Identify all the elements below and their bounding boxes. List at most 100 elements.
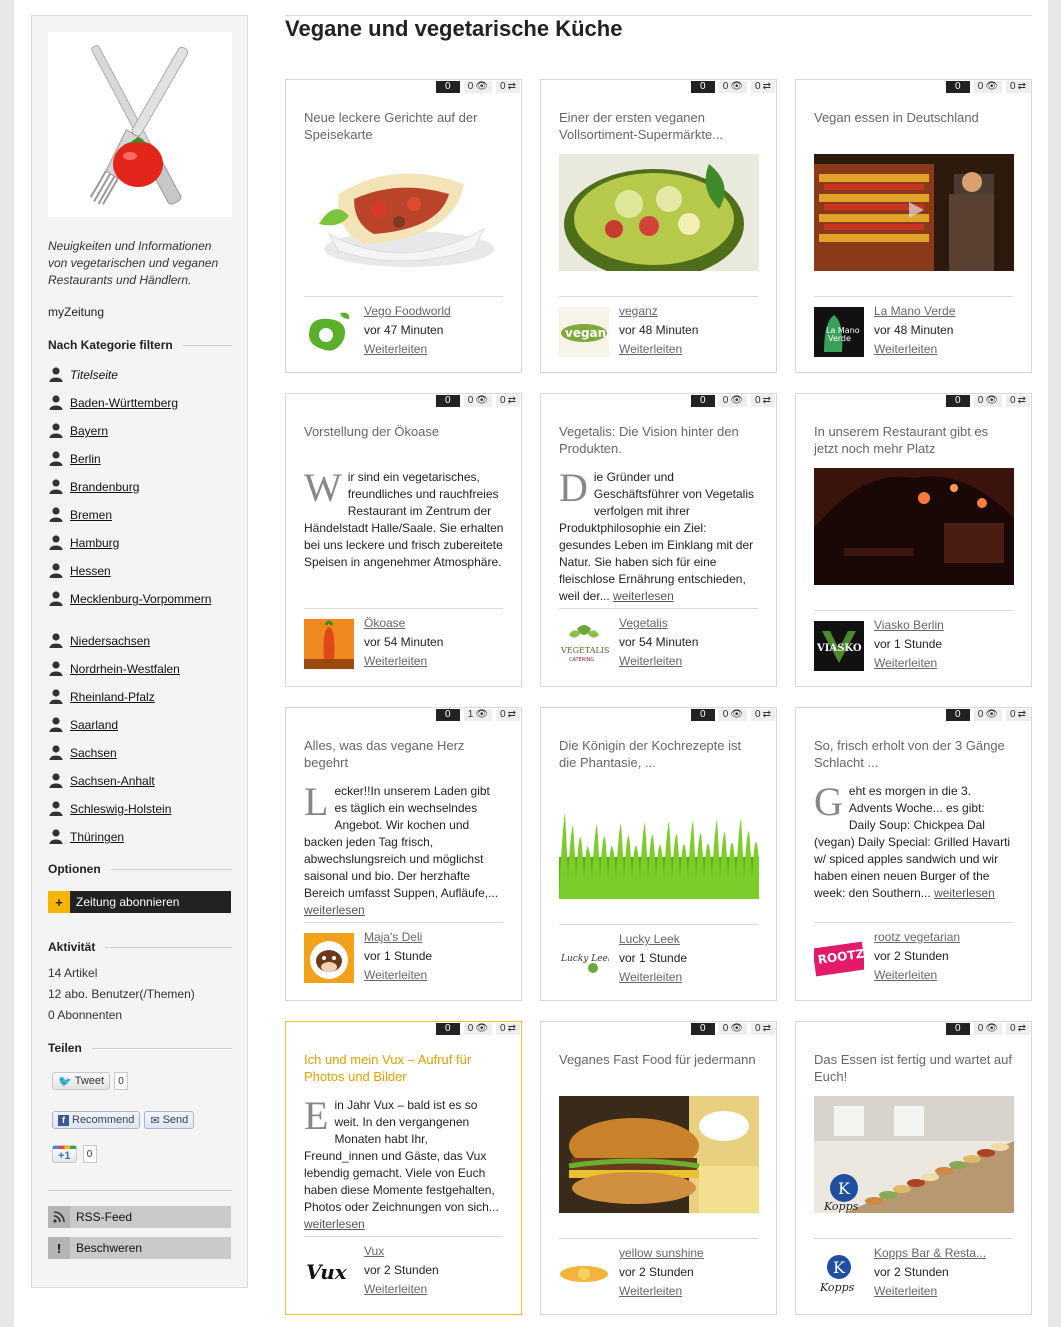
article-image[interactable] xyxy=(814,154,1014,271)
forward-link[interactable]: Weiterleiten xyxy=(874,654,944,673)
category-item[interactable]: Brandenburg xyxy=(48,479,232,507)
forward-link[interactable]: Weiterleiten xyxy=(364,966,432,985)
article-image[interactable] xyxy=(559,782,759,899)
article-title[interactable]: Ich und mein Vux – Aufruf für Photos und… xyxy=(304,1051,504,1085)
svg-text:VIASKO: VIASKO xyxy=(816,643,862,654)
read-more-link[interactable]: weiterlesen xyxy=(613,589,674,603)
article-card[interactable]: 0 0 👁 0 ⇄ Die Königin der Kochrezepte ist die… xyxy=(540,707,777,1001)
article-card[interactable]: 0 0 👁 0 ⇄ Das Essen ist fertig und wartet auf… xyxy=(795,1021,1032,1315)
article-image[interactable] xyxy=(304,154,504,271)
source-name-link[interactable]: veganz xyxy=(619,302,698,321)
category-item[interactable]: Schleswig-Holstein xyxy=(48,801,232,829)
complain-button[interactable]: ! Beschweren xyxy=(48,1237,231,1259)
article-card[interactable]: 0 0 👁 0 ⇄ Ich und mein Vux – Aufruf für Photo… xyxy=(285,1021,522,1315)
article-title[interactable]: Veganes Fast Food für jedermann xyxy=(559,1051,759,1068)
forward-link[interactable]: Weiterleiten xyxy=(874,340,955,359)
article-image[interactable] xyxy=(559,154,759,271)
article-card[interactable]: 0 1 👁 0 ⇄ Alles, was das vegane Herz begehrt L… xyxy=(285,707,522,1001)
article-card[interactable]: 0 0 👁 0 ⇄ Veganes Fast Food für jedermann yell… xyxy=(540,1021,777,1315)
subscribe-button[interactable]: + Zeitung abonnieren xyxy=(48,891,231,913)
forward-link[interactable]: Weiterleiten xyxy=(874,966,960,985)
category-item[interactable]: Sachsen-Anhalt xyxy=(48,773,232,801)
source-logo[interactable]: La Mano Verde xyxy=(814,307,864,357)
article-title[interactable]: Alles, was das vegane Herz begehrt xyxy=(304,737,504,771)
article-title[interactable]: Das Essen ist fertig und wartet auf Euch… xyxy=(814,1051,1014,1085)
source-logo[interactable] xyxy=(559,1249,609,1299)
category-item[interactable]: Niedersachsen xyxy=(48,633,232,661)
read-more-link[interactable]: weiterlesen xyxy=(304,903,365,917)
article-title[interactable]: In unserem Restaurant gibt es jetzt noch… xyxy=(814,423,1014,457)
source-logo[interactable]: K Kopps xyxy=(814,1249,864,1299)
source-name-link[interactable]: yellow sunshine xyxy=(619,1244,704,1263)
article-card[interactable]: 0 0 👁 0 ⇄ Vegetalis: Die Vision hinter den Pr… xyxy=(540,393,777,687)
category-item[interactable]: Sachsen xyxy=(48,745,232,773)
source-logo[interactable]: VEGETALIS CATERING xyxy=(559,619,609,669)
source-name-link[interactable]: Ökoase xyxy=(364,614,443,633)
forward-link[interactable]: Weiterleiten xyxy=(364,1280,439,1299)
article-title[interactable]: Vorstellung der Ökoase xyxy=(304,423,504,440)
article-card[interactable]: 0 0 👁 0 ⇄ Vegan essen in Deutschland La Mano Ve… xyxy=(795,79,1032,373)
source-logo[interactable]: Vux xyxy=(304,1247,354,1297)
category-item[interactable]: Hessen xyxy=(48,563,232,591)
source-name-link[interactable]: Lucky Leek xyxy=(619,930,687,949)
my-newspaper-link[interactable]: myZeitung xyxy=(48,305,104,319)
send-button[interactable]: ✉ Send xyxy=(144,1111,195,1129)
category-item[interactable]: Berlin xyxy=(48,451,232,479)
source-name-link[interactable]: Vego Foodworld xyxy=(364,302,451,321)
category-item[interactable]: Nordrhein-Westfalen xyxy=(48,661,232,689)
article-card[interactable]: 0 0 👁 0 ⇄ So, frisch erholt von der 3 Gänge S… xyxy=(795,707,1032,1001)
category-item[interactable]: Hamburg xyxy=(48,535,232,563)
source-logo[interactable]: veganz xyxy=(559,307,609,357)
forward-link[interactable]: Weiterleiten xyxy=(364,652,443,671)
svg-text:Vux: Vux xyxy=(306,1260,348,1284)
read-more-link[interactable]: weiterlesen xyxy=(934,886,995,900)
source-logo[interactable]: ROOTZ xyxy=(814,933,864,983)
source-logo[interactable] xyxy=(304,619,354,669)
forward-link[interactable]: Weiterleiten xyxy=(874,1282,986,1301)
source-logo[interactable] xyxy=(304,307,354,357)
category-item[interactable]: Thüringen xyxy=(48,829,232,857)
read-more-link[interactable]: weiterlesen xyxy=(304,1217,365,1231)
source-name-link[interactable]: Vegetalis xyxy=(619,614,698,633)
forward-link[interactable]: Weiterleiten xyxy=(619,340,698,359)
article-title[interactable]: Neue leckere Gerichte auf der Speisekart… xyxy=(304,109,504,143)
forward-link[interactable]: Weiterleiten xyxy=(619,1282,704,1301)
article-card[interactable]: 0 0 👁 0 ⇄ Vorstellung der Ökoase Wir sind ein … xyxy=(285,393,522,687)
category-item[interactable]: Bayern xyxy=(48,423,232,451)
source-name-link[interactable]: Viasko Berlin xyxy=(874,616,944,635)
article-card[interactable]: 0 0 👁 0 ⇄ Neue leckere Gerichte auf der Speis… xyxy=(285,79,522,373)
source-logo[interactable] xyxy=(304,933,354,983)
person-icon xyxy=(49,661,63,676)
article-title[interactable]: Vegetalis: Die Vision hinter den Produkt… xyxy=(559,423,759,457)
source-logo[interactable]: Lucky Leek xyxy=(559,935,609,985)
article-card[interactable]: 0 0 👁 0 ⇄ In unserem Restaurant gibt es jetzt… xyxy=(795,393,1032,687)
source-logo[interactable]: VIASKO xyxy=(814,621,864,671)
article-card[interactable]: 0 0 👁 0 ⇄ Einer der ersten veganen Vollsortim… xyxy=(540,79,777,373)
forward-link[interactable]: Weiterleiten xyxy=(619,652,698,671)
recommend-button[interactable]: f Recommend xyxy=(52,1111,141,1129)
category-item[interactable]: Saarland xyxy=(48,717,232,745)
source-name-link[interactable]: Vux xyxy=(364,1242,439,1261)
plusone-button[interactable]: +1 xyxy=(52,1145,77,1163)
article-title[interactable]: Einer der ersten veganen Vollsortiment-S… xyxy=(559,109,759,143)
article-title[interactable]: Vegan essen in Deutschland xyxy=(814,109,1014,126)
divider xyxy=(559,1238,758,1239)
source-name-link[interactable]: rootz vegetarian xyxy=(874,928,960,947)
article-image[interactable]: K Kopps xyxy=(814,1096,1014,1213)
source-name-link[interactable]: Maja's Deli xyxy=(364,928,432,947)
article-title[interactable]: Die Königin der Kochrezepte ist die Phan… xyxy=(559,737,759,771)
category-item[interactable]: Mecklenburg-Vorpommern xyxy=(48,591,232,633)
article-image[interactable] xyxy=(814,468,1014,585)
forward-link[interactable]: Weiterleiten xyxy=(364,340,451,359)
source-name-link[interactable]: La Mano Verde xyxy=(874,302,955,321)
category-item[interactable]: Baden-Württemberg xyxy=(48,395,232,423)
article-title[interactable]: So, frisch erholt von der 3 Gänge Schlac… xyxy=(814,737,1014,771)
category-item[interactable]: Bremen xyxy=(48,507,232,535)
tweet-button[interactable]: 🐦 Tweet xyxy=(52,1072,111,1090)
rss-feed-button[interactable]: RSS-Feed xyxy=(48,1206,231,1228)
category-item[interactable]: Titelseite xyxy=(48,367,232,395)
forward-link[interactable]: Weiterleiten xyxy=(619,968,687,987)
source-name-link[interactable]: Kopps Bar & Resta... xyxy=(874,1244,986,1263)
article-image[interactable] xyxy=(559,1096,759,1213)
category-item[interactable]: Rheinland-Pfalz xyxy=(48,689,232,717)
